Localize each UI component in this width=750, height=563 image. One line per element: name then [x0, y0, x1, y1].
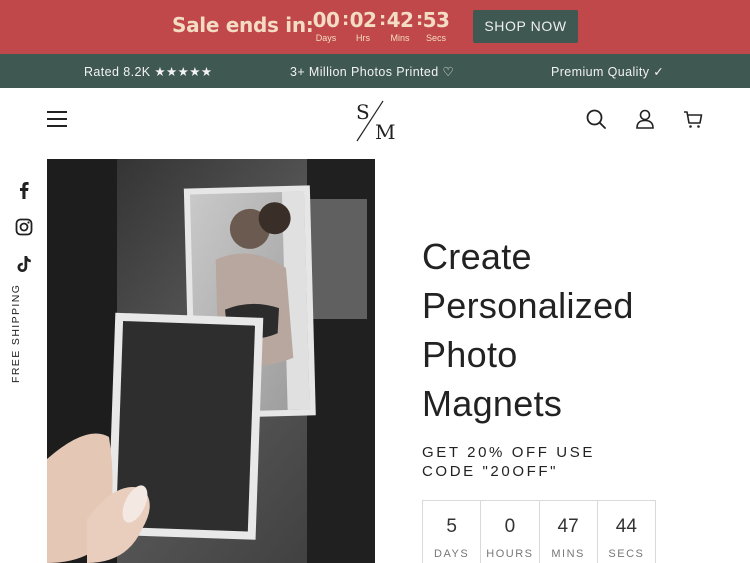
promo-text: GET 20% OFF USE CODE "20OFF" — [422, 443, 642, 481]
countdown-days: 00 Days — [312, 9, 340, 44]
countdown-hours-value: 02 — [349, 8, 377, 32]
offer-countdown-value: 44 — [615, 516, 637, 537]
countdown-secs-value: 53 — [422, 8, 450, 32]
sale-bar: Sale ends in: 00 Days : 02 Hrs : 42 Mins… — [0, 0, 750, 54]
menu-icon[interactable] — [47, 111, 67, 127]
offer-countdown-value: 5 — [446, 516, 457, 537]
offer-countdown-secs: 44 SECS — [598, 501, 655, 563]
shop-now-button[interactable]: SHOP NOW — [473, 10, 578, 43]
svg-text:S: S — [356, 100, 370, 124]
offer-countdown-value: 0 — [504, 516, 516, 537]
hero-title-line: Magnets — [422, 383, 563, 424]
countdown-hours: 02 Hrs — [349, 9, 377, 44]
svg-text:M: M — [375, 120, 395, 143]
sale-label: Sale ends in: — [172, 13, 314, 37]
announcement-rating: Rated 8.2K ★★★★★ — [84, 65, 213, 79]
search-icon[interactable] — [585, 108, 607, 130]
countdown-days-value: 00 — [312, 8, 340, 32]
product-image — [47, 159, 375, 563]
countdown-secs-label: Secs — [425, 33, 446, 43]
countdown-secs: 53 Secs — [422, 9, 450, 44]
offer-countdown-hours: 0 HOURS — [481, 501, 540, 563]
offer-countdown-unit: DAYS — [434, 548, 470, 560]
facebook-icon[interactable] — [14, 180, 34, 200]
tiktok-icon[interactable] — [14, 254, 34, 274]
countdown-mins-label: Mins — [390, 33, 410, 43]
hero-title-line: Create — [422, 236, 532, 277]
countdown-days-label: Days — [315, 33, 337, 43]
hero-title-line: Personalized — [422, 285, 634, 326]
cart-icon[interactable] — [682, 108, 704, 130]
hero-title-line: Photo — [422, 334, 518, 375]
instagram-icon[interactable] — [14, 217, 34, 237]
free-shipping-label: FREE SHIPPING — [10, 283, 22, 383]
offer-countdown-days: 5 DAYS — [423, 501, 482, 563]
countdown-mins-value: 42 — [386, 8, 414, 32]
hero-title: Create Personalized Photo Magnets — [422, 232, 722, 428]
announcement-bar: Rated 8.2K ★★★★★ 3+ Million Photos Print… — [0, 54, 750, 88]
logo[interactable]: S M — [353, 99, 397, 144]
offer-countdown-unit: HOURS — [486, 548, 534, 560]
announcement-photos-printed: 3+ Million Photos Printed ♡ — [290, 65, 455, 79]
countdown-hours-label: Hrs — [356, 33, 370, 43]
offer-countdown-unit: MINS — [551, 548, 585, 560]
offer-countdown: 5 DAYS 0 HOURS 47 MINS 44 SECS — [422, 500, 656, 563]
offer-countdown-value: 47 — [557, 516, 579, 537]
account-icon[interactable] — [634, 108, 656, 130]
announcement-quality: Premium Quality ✓ — [551, 65, 665, 79]
promo-line: CODE "20OFF" — [422, 463, 559, 480]
offer-countdown-mins: 47 MINS — [540, 501, 598, 563]
countdown-mins: 42 Mins — [386, 9, 414, 44]
offer-countdown-unit: SECS — [608, 548, 645, 560]
promo-line: GET 20% OFF USE — [422, 444, 595, 461]
